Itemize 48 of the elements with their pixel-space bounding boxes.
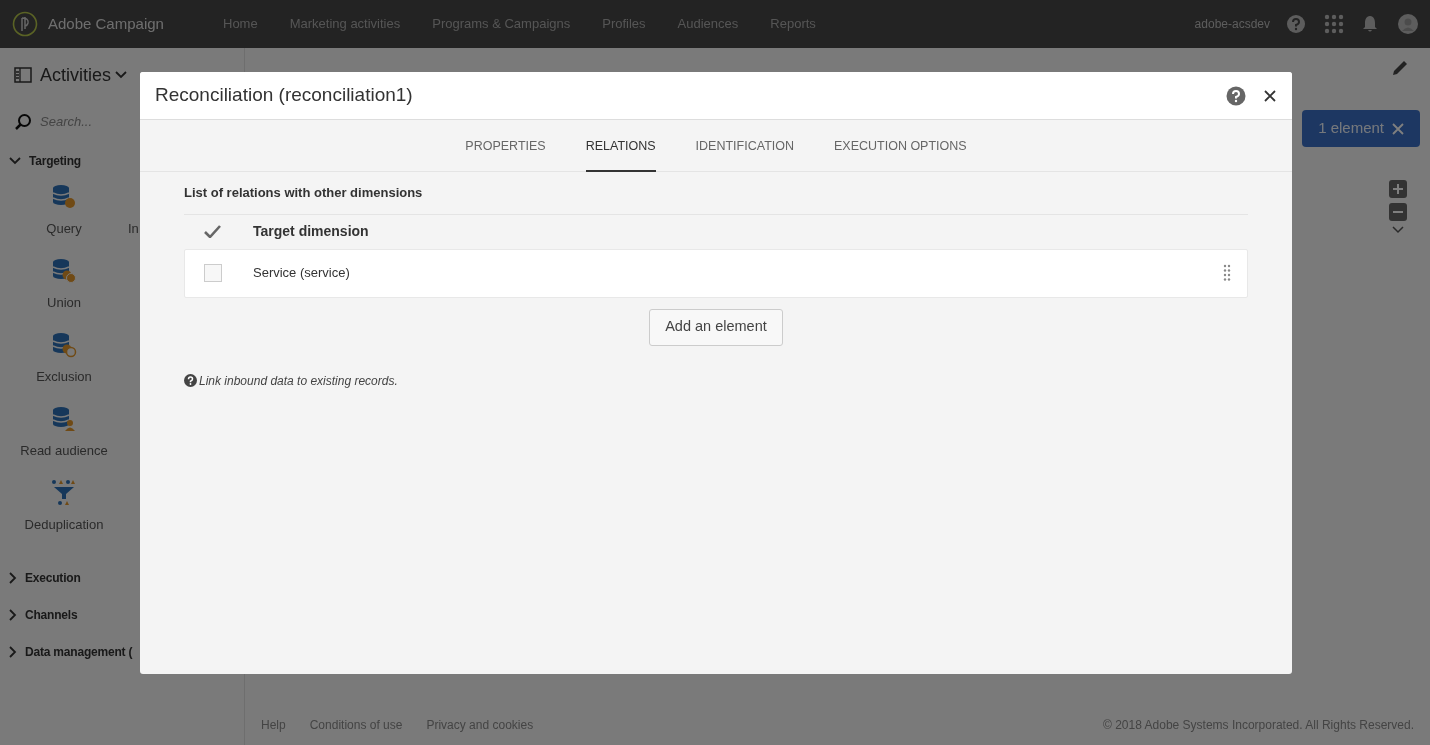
read-audience-icon[interactable] <box>50 405 78 433</box>
activity-label[interactable]: Read audience <box>20 441 108 461</box>
deduplication-icon[interactable] <box>50 479 78 507</box>
activity-label[interactable]: Query <box>46 219 82 239</box>
row-label: Service (service) <box>253 264 350 283</box>
tab[interactable]: EXECUTION OPTIONS <box>834 120 967 172</box>
activity-label[interactable]: Deduplication <box>24 515 104 535</box>
chevron-down-icon[interactable] <box>1392 226 1404 234</box>
category-toggle[interactable]: Data management ( <box>0 633 244 670</box>
bell-icon[interactable] <box>1362 15 1378 33</box>
help-icon <box>184 374 197 387</box>
dialog-title: Reconciliation (reconciliation1) <box>155 83 413 108</box>
drag-handle-icon[interactable] <box>1223 264 1231 282</box>
zoom-in-icon[interactable] <box>1389 180 1407 198</box>
selection-badge[interactable]: 1 element <box>1302 110 1420 147</box>
tab[interactable]: IDENTIFICATION <box>695 120 794 172</box>
tab[interactable]: PROPERTIES <box>465 120 546 172</box>
help-icon[interactable] <box>1286 14 1306 34</box>
avatar-icon[interactable] <box>1398 14 1418 34</box>
checkbox[interactable] <box>204 264 222 282</box>
user-name[interactable]: adobe-acsdev <box>1194 15 1270 33</box>
table-row[interactable]: Service (service) <box>184 248 1248 298</box>
union-icon[interactable] <box>50 257 78 285</box>
tab[interactable]: RELATIONS <box>585 120 656 172</box>
hint-text: Link inbound data to existing records. <box>199 372 398 390</box>
close-icon[interactable] <box>1264 89 1276 102</box>
search-icon <box>14 113 32 131</box>
chevron-down-icon <box>115 71 127 79</box>
activity-label[interactable]: In <box>128 219 139 239</box>
add-element-button[interactable]: Add an element <box>649 308 783 346</box>
query-icon[interactable] <box>50 183 78 211</box>
category-toggle[interactable]: Execution <box>0 559 244 596</box>
brand-name[interactable]: Adobe Campaign <box>48 12 198 36</box>
pencil-icon[interactable] <box>1390 58 1410 78</box>
help-icon[interactable] <box>1226 85 1246 106</box>
category-toggle[interactable]: Channels <box>0 596 244 633</box>
exclusion-icon[interactable] <box>50 331 78 359</box>
panel-icon[interactable] <box>14 67 32 83</box>
activity-label[interactable]: Exclusion <box>36 367 92 387</box>
activities-dropdown[interactable]: Activities <box>40 61 127 89</box>
section-title: List of relations with other dimensions <box>184 183 1248 215</box>
column-header: Target dimension <box>253 222 369 241</box>
zoom-out-icon[interactable] <box>1389 203 1407 221</box>
check-icon <box>204 225 221 238</box>
category-toggle[interactable]: Targeting <box>0 142 244 179</box>
activity-label[interactable]: Union <box>47 293 81 313</box>
apps-grid-icon[interactable] <box>1324 14 1344 34</box>
logo-icon[interactable] <box>12 11 38 37</box>
